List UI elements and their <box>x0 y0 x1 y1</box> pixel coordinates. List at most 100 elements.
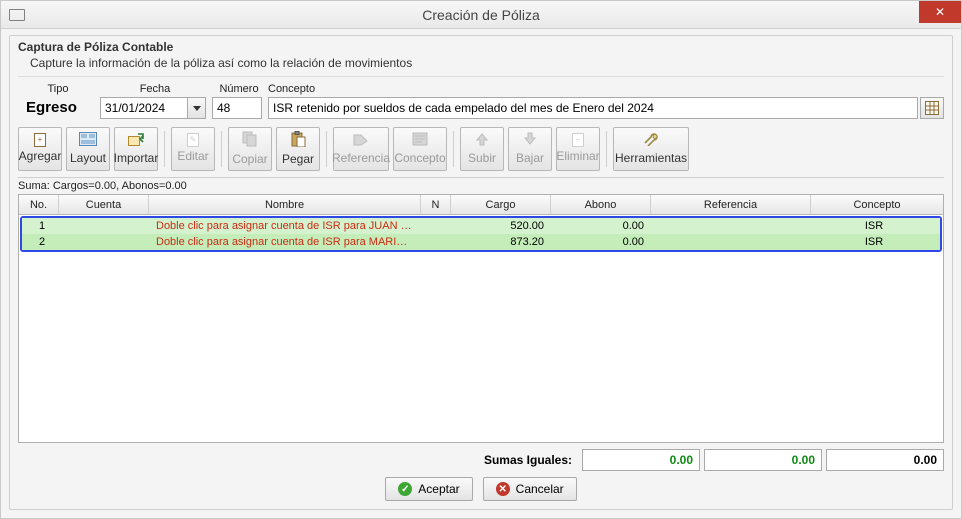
cancel-label: Cancelar <box>516 482 564 496</box>
footer-sums: Sumas Iguales: 0.00 0.00 0.00 <box>18 449 944 471</box>
arrow-down-icon <box>523 132 537 149</box>
eliminar-label: Eliminar <box>556 149 599 163</box>
close-icon: ✕ <box>935 5 945 19</box>
main-panel: Captura de Póliza Contable Capture la in… <box>9 35 953 510</box>
eliminar-button: − Eliminar <box>556 127 600 171</box>
referencia-label: Referencia <box>332 151 390 165</box>
sum-diff: 0.00 <box>826 449 944 471</box>
col-no[interactable]: No. <box>19 195 59 214</box>
section-desc: Capture la información de la póliza así … <box>18 56 944 70</box>
cell-no: 1 <box>22 220 62 232</box>
cell-cargo: 520.00 <box>448 220 548 232</box>
form-row: Tipo Egreso Fecha Número Concepto <box>18 83 944 119</box>
editar-button: ✎ Editar <box>171 127 215 171</box>
concepto-wrap <box>268 97 944 119</box>
grid-body[interactable]: 1 Doble clic para asignar cuenta de ISR … <box>19 215 943 442</box>
col-cuenta[interactable]: Cuenta <box>59 195 149 214</box>
herramientas-button[interactable]: Herramientas <box>613 127 689 171</box>
fecha-input[interactable] <box>100 97 188 119</box>
close-button[interactable]: ✕ <box>919 1 961 23</box>
separator <box>453 131 454 167</box>
importar-label: Importar <box>114 151 159 165</box>
separator <box>221 131 222 167</box>
concepto-label: Concepto <box>268 83 944 95</box>
concepto-lookup-button[interactable] <box>920 97 944 119</box>
grid-header: No. Cuenta Nombre N Cargo Abono Referenc… <box>19 195 943 215</box>
col-abono[interactable]: Abono <box>551 195 651 214</box>
col-concepto[interactable]: Concepto <box>811 195 943 214</box>
col-nombre[interactable]: Nombre <box>149 195 421 214</box>
sum-abono: 0.00 <box>704 449 822 471</box>
chevron-down-icon <box>193 106 201 111</box>
numero-label: Número <box>212 83 266 95</box>
content-area: Captura de Póliza Contable Capture la in… <box>1 29 961 518</box>
col-cargo[interactable]: Cargo <box>451 195 551 214</box>
sum-line: Suma: Cargos=0.00, Abonos=0.00 <box>18 177 944 192</box>
pegar-label: Pegar <box>282 152 314 166</box>
edit-page-icon: ✎ <box>187 133 199 147</box>
separator <box>326 131 327 167</box>
concepto-input[interactable] <box>268 97 918 119</box>
editar-label: Editar <box>177 149 208 163</box>
x-icon: ✕ <box>496 482 510 496</box>
section-title: Captura de Póliza Contable <box>18 40 944 54</box>
tag-icon <box>353 132 369 149</box>
rows-highlight: 1 Doble clic para asignar cuenta de ISR … <box>20 216 942 252</box>
cell-no: 2 <box>22 236 62 248</box>
numero-input[interactable] <box>212 97 262 119</box>
separator <box>164 131 165 167</box>
agregar-label: Agregar <box>19 149 62 163</box>
pegar-button[interactable]: Pegar <box>276 127 320 171</box>
concepto-col: Concepto <box>268 83 944 119</box>
app-icon <box>9 9 25 21</box>
window-title: Creación de Póliza <box>1 7 961 23</box>
cell-nombre: Doble clic para asignar cuenta de ISR pa… <box>152 236 418 248</box>
col-n[interactable]: N <box>421 195 451 214</box>
agregar-button[interactable]: + Agregar <box>18 127 62 171</box>
accept-button[interactable]: ✓ Aceptar <box>385 477 472 501</box>
delete-page-icon: − <box>572 133 584 147</box>
sum-cargo: 0.00 <box>582 449 700 471</box>
tipo-label: Tipo <box>18 83 98 95</box>
col-referencia[interactable]: Referencia <box>651 195 811 214</box>
copiar-button: Copiar <box>228 127 272 171</box>
divider <box>18 76 944 77</box>
subir-button: Subir <box>460 127 504 171</box>
copy-icon <box>242 131 258 150</box>
cell-concepto: ISR <box>808 236 940 248</box>
tipo-col: Tipo Egreso <box>18 83 98 119</box>
cell-abono: 0.00 <box>548 220 648 232</box>
cancel-button[interactable]: ✕ Cancelar <box>483 477 577 501</box>
cell-nombre: Doble clic para asignar cuenta de ISR pa… <box>152 220 418 232</box>
toolbar: + Agregar Layout Importar ✎ Editar <box>18 127 944 171</box>
herramientas-label: Herramientas <box>615 151 687 165</box>
bajar-label: Bajar <box>516 151 544 165</box>
import-icon <box>128 132 144 149</box>
check-icon: ✓ <box>398 482 412 496</box>
concepto-button: Concepto <box>393 127 447 171</box>
table-row[interactable]: 1 Doble clic para asignar cuenta de ISR … <box>22 218 940 234</box>
bajar-button: Bajar <box>508 127 552 171</box>
copiar-label: Copiar <box>232 152 267 166</box>
wrench-icon <box>642 132 660 149</box>
grid-icon <box>923 100 941 116</box>
separator <box>606 131 607 167</box>
arrow-up-icon <box>475 132 489 149</box>
add-page-icon: + <box>34 133 46 147</box>
cell-concepto: ISR <box>808 220 940 232</box>
tipo-value: Egreso <box>18 97 98 119</box>
importar-button[interactable]: Importar <box>114 127 158 171</box>
window-root: Creación de Póliza ✕ Captura de Póliza C… <box>0 0 962 519</box>
title-bar: Creación de Póliza ✕ <box>1 1 961 29</box>
fecha-dropdown-button[interactable] <box>188 97 206 119</box>
fecha-col: Fecha <box>100 83 210 119</box>
sumas-label: Sumas Iguales: <box>484 453 572 467</box>
concepto-btn-label: Concepto <box>394 151 445 165</box>
numero-col: Número <box>212 83 266 119</box>
referencia-button: Referencia <box>333 127 389 171</box>
layout-label: Layout <box>70 151 106 165</box>
concepto-icon <box>412 132 428 149</box>
table-row[interactable]: 2 Doble clic para asignar cuenta de ISR … <box>22 234 940 250</box>
layout-button[interactable]: Layout <box>66 127 110 171</box>
subir-label: Subir <box>468 151 496 165</box>
